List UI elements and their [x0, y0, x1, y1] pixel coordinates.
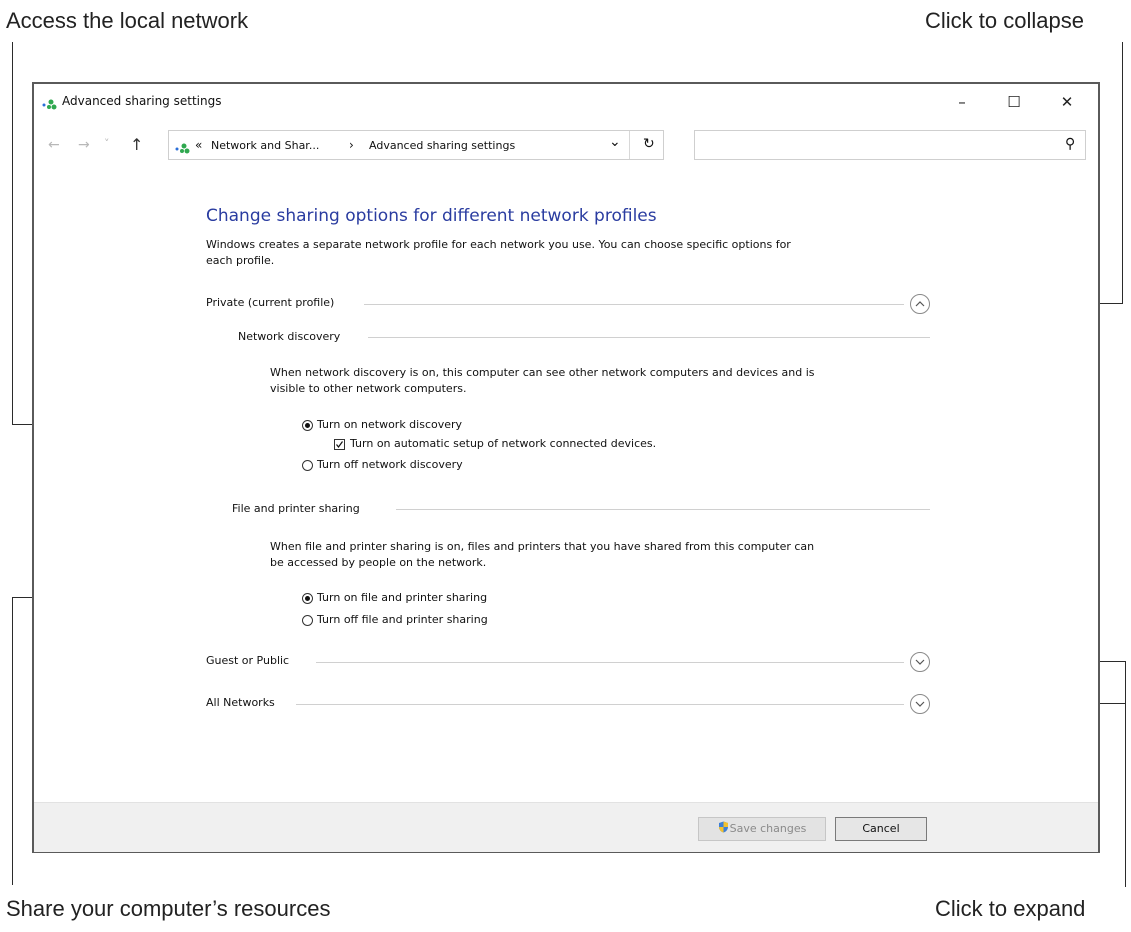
- section-divider: [364, 304, 904, 305]
- address-dropdown-icon[interactable]: ⌄: [609, 134, 621, 150]
- file-printer-desc-line1: When file and printer sharing is on, fil…: [270, 540, 815, 553]
- save-changes-label: Save changes: [729, 822, 807, 835]
- address-divider: [629, 131, 630, 159]
- up-button[interactable]: ↑: [130, 135, 143, 154]
- back-button[interactable]: ←: [48, 137, 60, 153]
- cancel-button[interactable]: Cancel: [835, 817, 927, 841]
- page-title: Change sharing options for different net…: [206, 206, 657, 226]
- leader-line: [12, 42, 13, 424]
- breadcrumb-overflow[interactable]: «: [195, 138, 202, 152]
- search-icon[interactable]: ⚲: [1065, 136, 1075, 152]
- chevron-down-icon: [915, 701, 925, 707]
- network-discovery-desc-line1: When network discovery is on, this compu…: [270, 366, 815, 379]
- collapse-private-button[interactable]: [910, 294, 930, 314]
- turn-off-file-sharing-label[interactable]: Turn off file and printer sharing: [317, 613, 488, 626]
- leader-line: [1125, 661, 1126, 887]
- recent-locations-button[interactable]: ˅: [104, 137, 110, 150]
- leader-line: [1122, 42, 1123, 304]
- refresh-icon[interactable]: ↻: [643, 136, 655, 152]
- network-icon: [175, 140, 191, 159]
- minimize-button[interactable]: –: [947, 90, 977, 114]
- shield-icon: [718, 819, 729, 841]
- turn-off-network-discovery-radio[interactable]: [302, 460, 313, 471]
- breadcrumb-network-and-sharing[interactable]: Network and Shar...: [211, 139, 319, 152]
- leader-line: [12, 597, 13, 885]
- section-all-networks-label[interactable]: All Networks: [206, 696, 275, 709]
- close-button[interactable]: ✕: [1052, 90, 1082, 114]
- search-box[interactable]: ⚲: [694, 130, 1086, 160]
- network-discovery-label: Network discovery: [238, 330, 341, 343]
- address-bar[interactable]: « Network and Shar... › Advanced sharing…: [168, 130, 664, 160]
- callout-share-resources: Share your computer’s resources: [6, 896, 331, 921]
- section-guest-public-label[interactable]: Guest or Public: [206, 654, 289, 667]
- window-title: Advanced sharing settings: [62, 94, 222, 108]
- file-printer-desc-line2: be accessed by people on the network.: [270, 556, 487, 569]
- turn-on-file-sharing-label[interactable]: Turn on file and printer sharing: [317, 591, 487, 604]
- section-divider: [368, 337, 930, 338]
- turn-on-file-sharing-radio[interactable]: [302, 593, 313, 604]
- callout-access-local-network: Access the local network: [6, 8, 249, 33]
- file-printer-sharing-label: File and printer sharing: [232, 502, 360, 515]
- section-private-label[interactable]: Private (current profile): [206, 296, 334, 309]
- maximize-button[interactable]: ☐: [999, 90, 1029, 114]
- callout-click-to-expand: Click to expand: [935, 896, 1086, 921]
- breadcrumb-advanced-sharing[interactable]: Advanced sharing settings: [369, 139, 515, 152]
- intro-text-line2: each profile.: [206, 254, 275, 267]
- advanced-sharing-window: Advanced sharing settings – ☐ ✕ ← → ˅ ↑ …: [32, 82, 1100, 853]
- expand-all-networks-button[interactable]: [910, 694, 930, 714]
- section-divider: [296, 704, 904, 705]
- save-changes-button[interactable]: Save changes: [698, 817, 826, 841]
- breadcrumb-separator: ›: [349, 138, 354, 152]
- automatic-setup-label[interactable]: Turn on automatic setup of network conne…: [350, 437, 656, 450]
- forward-button[interactable]: →: [78, 137, 90, 153]
- checkmark-icon: [336, 441, 343, 448]
- expand-guest-public-button[interactable]: [910, 652, 930, 672]
- chevron-down-icon: [915, 659, 925, 665]
- turn-off-network-discovery-label[interactable]: Turn off network discovery: [317, 458, 463, 471]
- network-icon: [42, 96, 58, 115]
- network-discovery-desc-line2: visible to other network computers.: [270, 382, 467, 395]
- dialog-footer: Save changes Cancel: [34, 802, 1098, 852]
- chevron-up-icon: [915, 301, 925, 307]
- section-divider: [316, 662, 904, 663]
- turn-on-network-discovery-radio[interactable]: [302, 420, 313, 431]
- turn-on-network-discovery-label[interactable]: Turn on network discovery: [317, 418, 462, 431]
- automatic-setup-checkbox[interactable]: [334, 439, 345, 450]
- callout-click-to-collapse: Click to collapse: [925, 8, 1084, 33]
- intro-text-line1: Windows creates a separate network profi…: [206, 238, 791, 251]
- section-divider: [396, 509, 930, 510]
- turn-off-file-sharing-radio[interactable]: [302, 615, 313, 626]
